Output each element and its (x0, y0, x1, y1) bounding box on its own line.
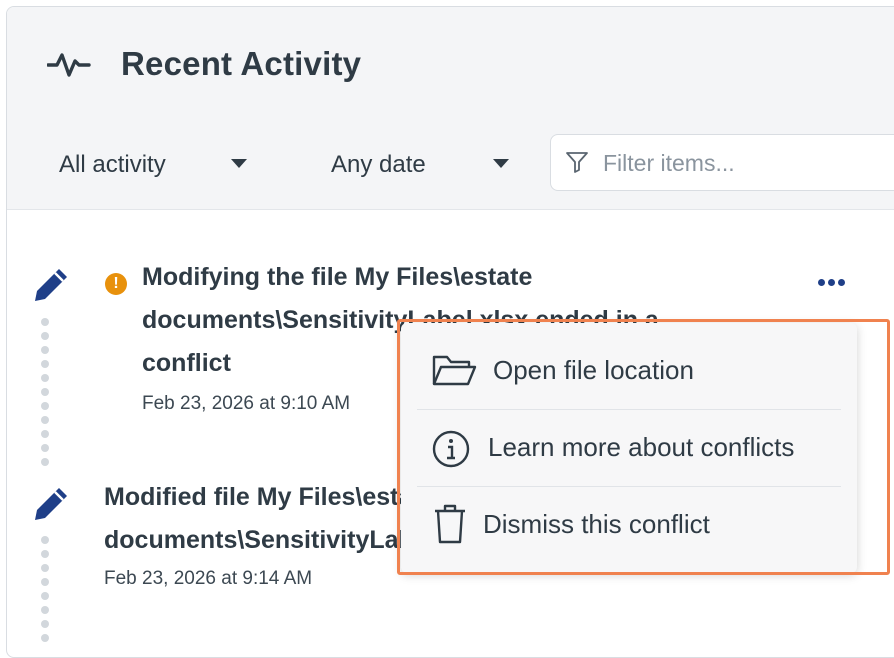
chevron-down-icon (493, 159, 509, 168)
activity-filter-value: All activity (59, 151, 166, 178)
page-title: Recent Activity (121, 45, 362, 82)
activity-item-title-line: Modifying the file My Files\estate (142, 263, 533, 291)
activity-item-title-line: Modified file My Files\estate (104, 483, 435, 511)
filter-items-input[interactable] (601, 145, 894, 181)
activity-item-date: Feb 23, 2026 at 9:10 AM (142, 393, 351, 414)
pencil-icon (35, 488, 67, 520)
date-filter-value: Any date (331, 151, 426, 178)
panel-header: Recent Activity (7, 7, 894, 116)
filter-bar: All activity Any date (7, 115, 894, 210)
pencil-icon (35, 269, 67, 301)
menu-highlight-outline (397, 319, 890, 575)
activity-filter-dropdown[interactable]: All activity (59, 151, 249, 179)
filter-items-box[interactable] (550, 134, 894, 191)
filter-funnel-icon (566, 152, 588, 173)
more-options-button[interactable] (815, 271, 855, 295)
warning-icon: ! (105, 273, 127, 295)
activity-pulse-icon (47, 53, 91, 77)
chevron-down-icon (231, 159, 247, 168)
activity-item-title-line: conflict (142, 349, 231, 377)
date-filter-dropdown[interactable]: Any date (331, 151, 521, 179)
activity-item-date: Feb 23, 2026 at 9:14 AM (104, 568, 313, 589)
